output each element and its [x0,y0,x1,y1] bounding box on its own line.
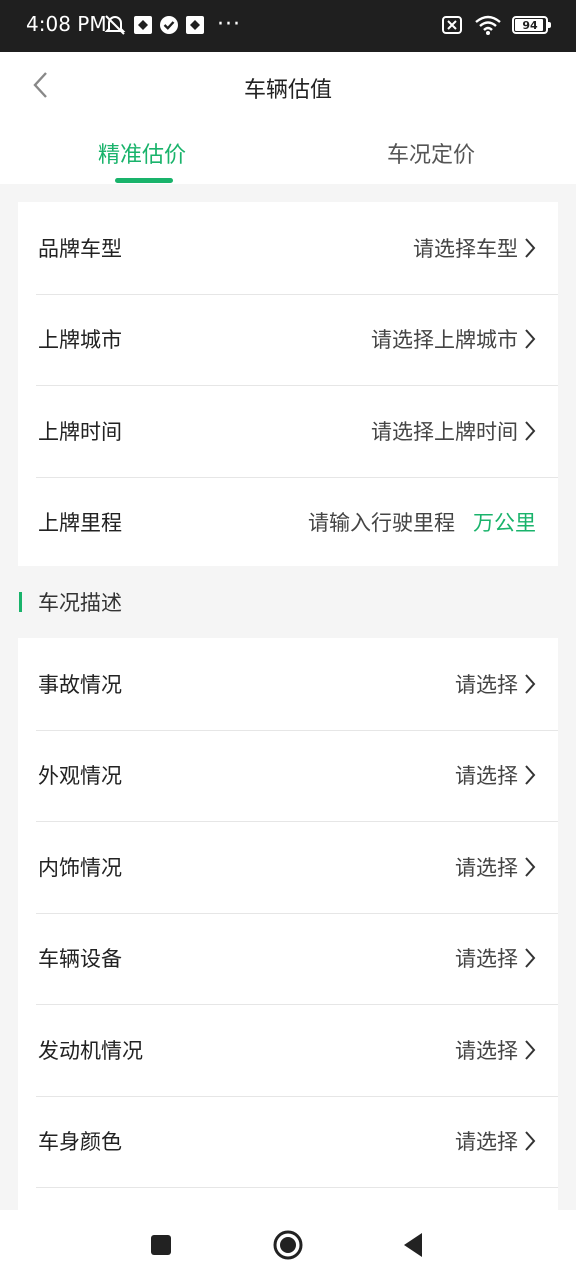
row-value: 请选择 [455,1126,536,1156]
interior-row[interactable]: 内饰情况 请选择 [18,821,558,913]
chevron-right-icon [524,764,536,786]
row-label: 上牌城市 [38,328,122,353]
recents-button[interactable] [144,1228,178,1262]
condition-card: 事故情况 请选择 外观情况 请选择 内饰情况 请选择 车辆设备 请选择 发动机情… [18,638,558,1210]
row-value-text: 请选择 [455,1038,518,1063]
page-title: 车辆估值 [243,78,332,103]
row-label: 内饰情况 [38,855,122,880]
engine-row[interactable]: 发动机情况 请选择 [18,1004,558,1096]
section-title: 车况描述 [38,591,122,615]
row-label: 上牌里程 [38,511,122,536]
chevron-right-icon [524,328,536,350]
accident-row[interactable]: 事故情况 请选择 [18,638,558,730]
battery-level: 94 [522,18,538,32]
home-circle-icon [273,1230,303,1260]
row-value: 请选择 [455,1035,536,1065]
row-value-text: 请选择车型 [413,236,518,261]
row-label: 品牌车型 [38,236,122,261]
row-value: 请选择车型 [413,233,536,263]
row-value-text: 请选择上牌时间 [371,419,518,444]
row-value: 请选择 [455,760,536,790]
mileage-placeholder: 请输入行驶里程 [308,511,455,536]
condition-section-header: 车况描述 [0,584,122,620]
system-icons: 94 [440,14,551,36]
section-accent-bar [19,592,22,612]
status-time: 4:08 PM [26,12,107,36]
row-label: 外观情况 [38,764,122,789]
row-value-text: 请选择 [455,764,518,789]
home-button[interactable] [271,1228,305,1262]
row-value-text: 请选择 [455,672,518,697]
mileage-row: 上牌里程 请输入行驶里程 万公里 [18,476,558,569]
registration-city-row[interactable]: 上牌城市 请选择上牌城市 [18,293,558,386]
registration-date-row[interactable]: 上牌时间 请选择上牌时间 [18,385,558,477]
tab-condition-pricing[interactable]: 车况定价 [387,137,475,169]
row-label: 事故情况 [38,672,122,697]
row-value-text: 请选择 [455,1130,518,1155]
app-icon [134,16,152,34]
row-value-text: 请选择 [455,855,518,880]
active-tab-indicator [115,178,173,183]
chevron-right-icon [524,1039,536,1061]
row-value-text: 请选择 [455,947,518,972]
row-value: 请选择 [455,669,536,699]
row-value: 请选择上牌城市 [371,324,536,354]
header: 车辆估值 精准估价 车况定价 [0,52,576,184]
brand-model-row[interactable]: 品牌车型 请选择车型 [18,202,558,294]
check-icon [160,16,178,34]
row-label: 发动机情况 [38,1038,143,1063]
chevron-right-icon [524,237,536,259]
body-color-row[interactable]: 车身颜色 请选择 [18,1095,558,1188]
basic-info-card: 品牌车型 请选择车型 上牌城市 请选择上牌城市 上牌时间 请选择上牌时间 上牌里… [18,202,558,566]
status-bar: 4:08 PM ··· 94 [0,0,576,52]
more-dots-icon: ··· [217,12,241,37]
tab-precise-valuation[interactable]: 精准估价 [98,137,186,169]
recents-square-icon [151,1235,171,1255]
chevron-right-icon [524,856,536,878]
no-sim-icon [442,16,462,34]
back-nav-button[interactable] [396,1228,430,1262]
chevron-right-icon [524,673,536,695]
battery-icon: 94 [512,16,551,34]
row-label: 上牌时间 [38,419,122,444]
app-icon [186,16,204,34]
back-triangle-icon [404,1233,422,1257]
row-value: 请选择 [455,943,536,973]
chevron-right-icon [524,420,536,442]
notification-icons: ··· [103,14,241,36]
chevron-right-icon [524,1130,536,1152]
row-value-text: 请选择上牌城市 [371,328,518,353]
row-value: 请选择 [455,852,536,882]
system-nav-bar [0,1210,576,1280]
wifi-icon [475,15,501,35]
row-value: 请选择上牌时间 [371,416,536,446]
mute-icon [104,15,126,35]
equipment-row[interactable]: 车辆设备 请选择 [18,912,558,1005]
chevron-right-icon [524,947,536,969]
row-label: 车身颜色 [38,1130,122,1155]
mileage-input[interactable]: 请输入行驶里程 万公里 [308,507,536,537]
exterior-row[interactable]: 外观情况 请选择 [18,729,558,822]
mileage-unit: 万公里 [473,511,536,536]
row-label: 车辆设备 [38,947,122,972]
